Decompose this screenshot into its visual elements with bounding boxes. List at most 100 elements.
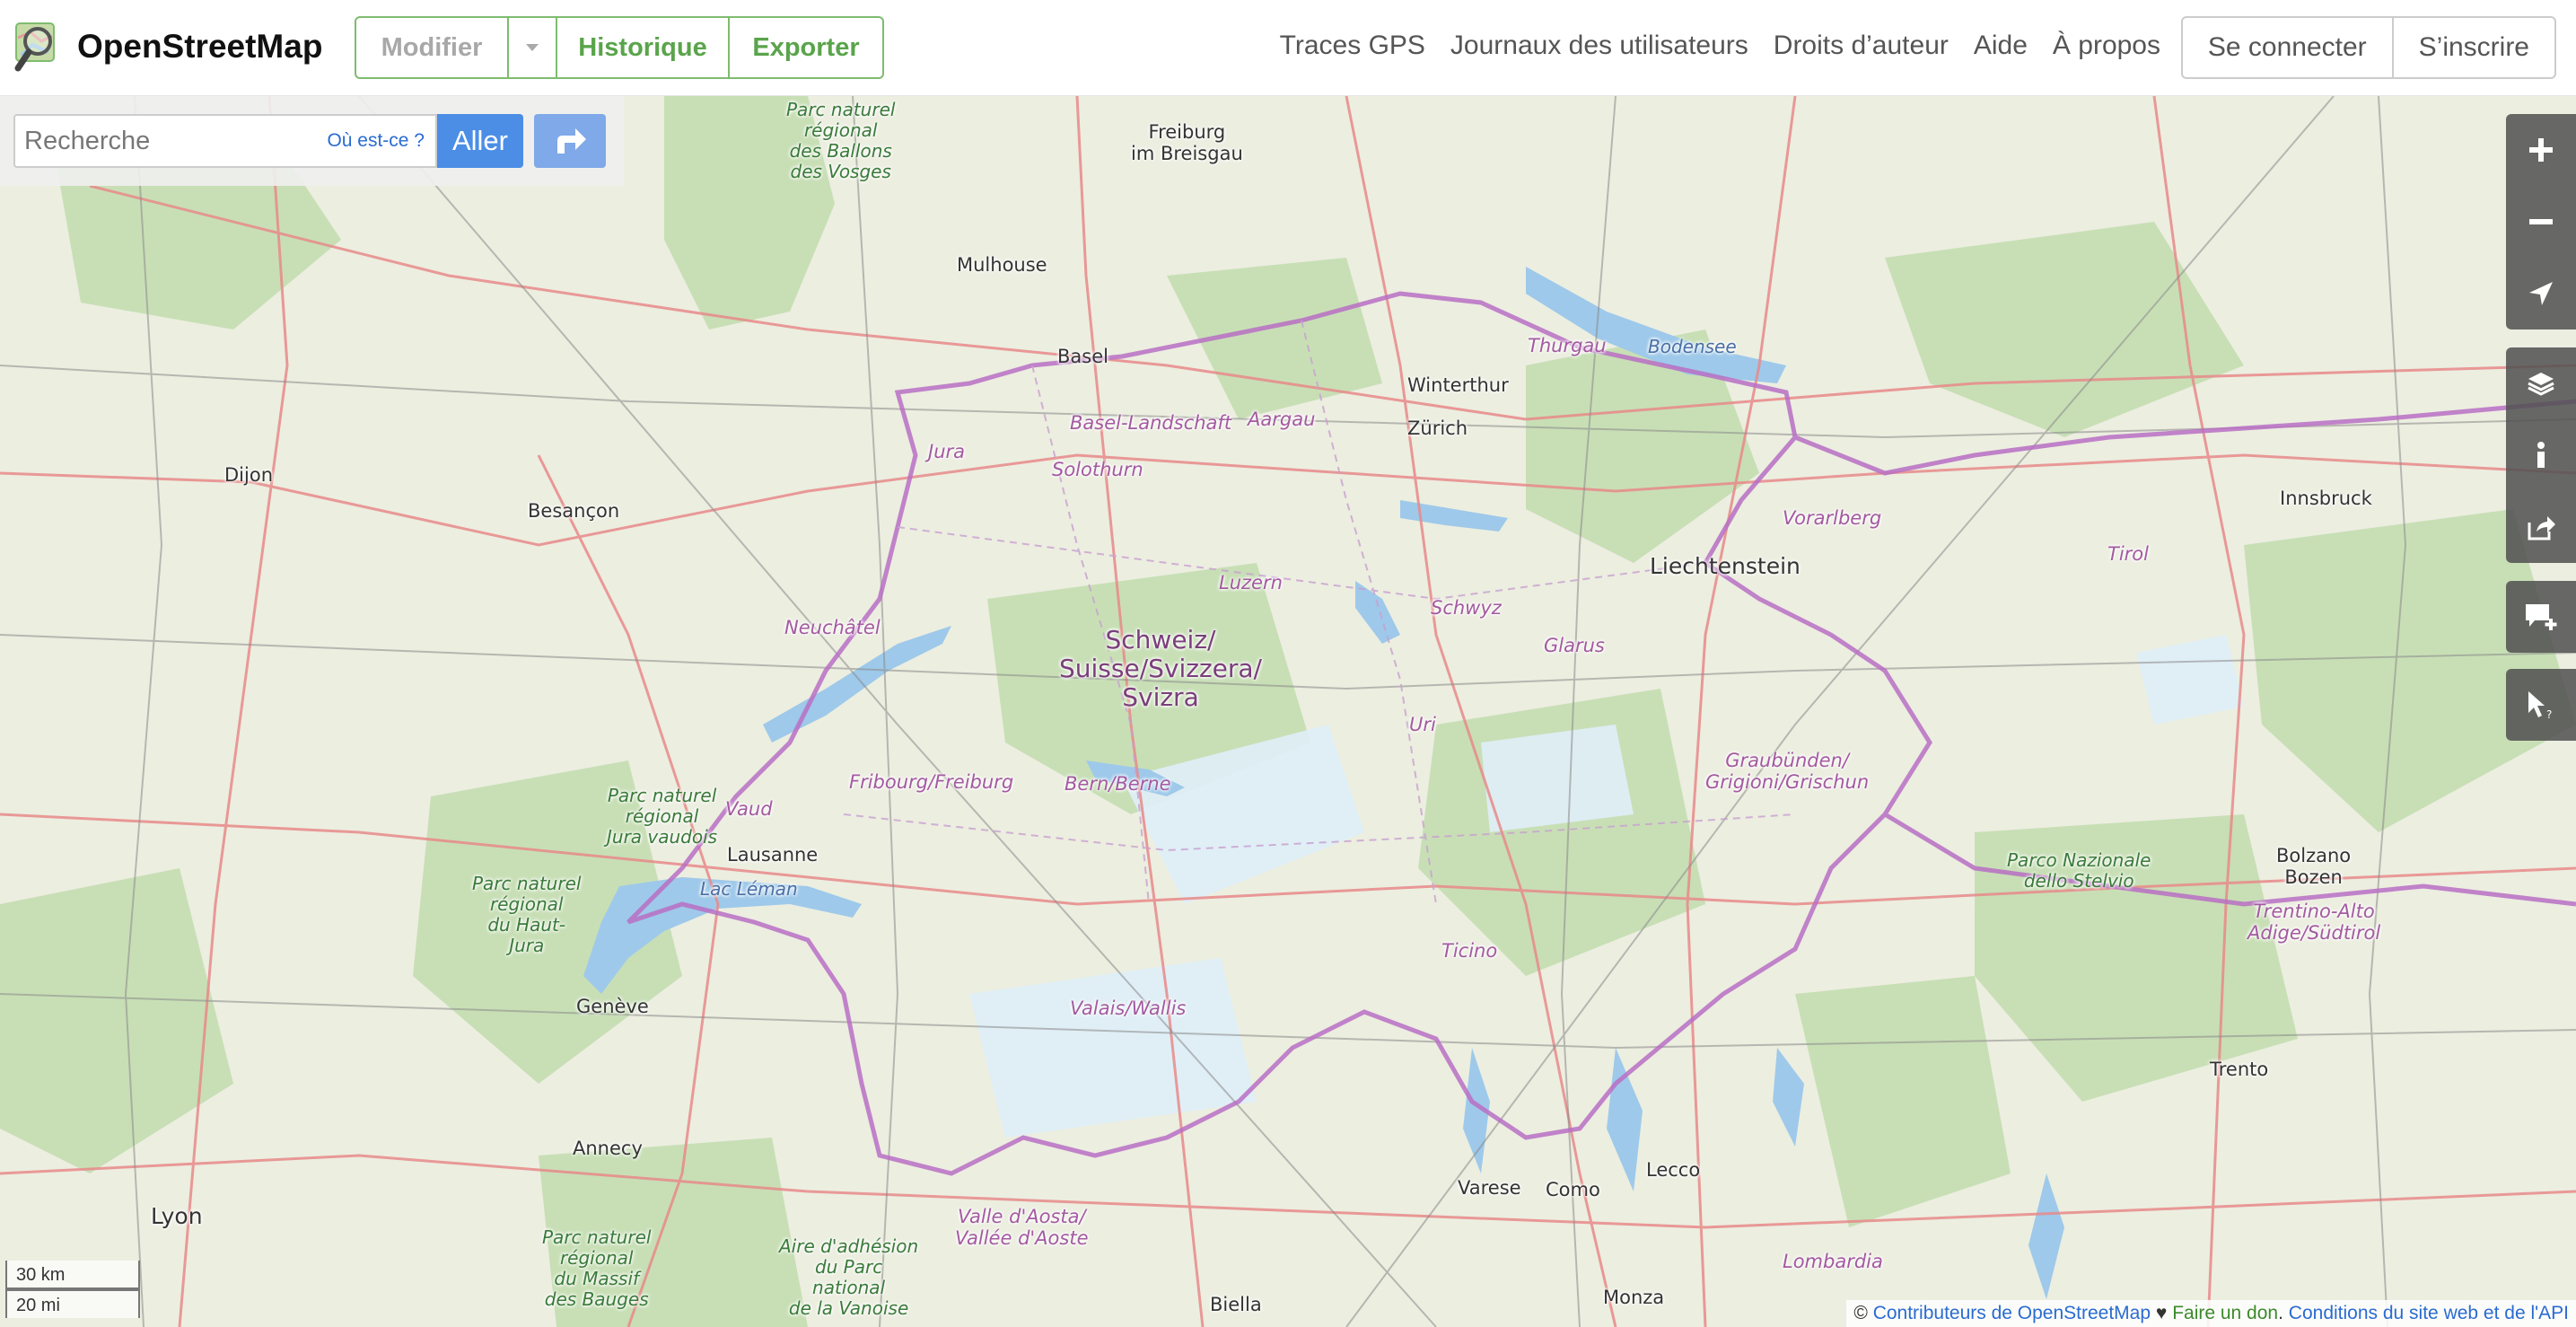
zoom-in-button[interactable] xyxy=(2506,114,2576,186)
search-go-button[interactable]: Aller xyxy=(437,114,523,168)
copyright-symbol: © xyxy=(1853,1303,1868,1323)
city-label-lecco: Lecco xyxy=(1646,1159,1701,1181)
scale-imperial: 20 mi xyxy=(5,1289,140,1318)
layers-button[interactable] xyxy=(2506,347,2576,419)
park-label-ballons-vosges: Parc naturel régional des Ballons des Vosge… xyxy=(786,99,896,182)
city-label-liechtenstein: Liechtenstein xyxy=(1650,553,1801,579)
add-note-button[interactable] xyxy=(2506,581,2576,653)
edit-button-group: Modifier Historique Exporter xyxy=(355,16,884,79)
donate-link[interactable]: Faire un don xyxy=(2172,1303,2278,1323)
city-label-geneve: Genève xyxy=(576,996,649,1017)
region-label-neuchatel: Neuchâtel xyxy=(784,617,881,638)
map-canvas[interactable]: Schweiz/Suisse/Svizzera/Svizra Freiburg i… xyxy=(0,96,2576,1327)
region-label-jura: Jura xyxy=(928,441,966,462)
park-label-bauges: Parc naturel régional du Massif des Bauges xyxy=(542,1226,652,1310)
city-label-basel: Basel xyxy=(1057,346,1108,367)
city-label-dijon: Dijon xyxy=(224,464,273,486)
region-label-valle-aosta: Valle d'Aosta/Vallée d'Aoste xyxy=(955,1206,1089,1250)
login-button[interactable]: Se connecter xyxy=(2183,18,2394,77)
region-label-solothurn: Solothurn xyxy=(1052,459,1143,480)
query-features-button[interactable]: ? xyxy=(2506,669,2576,741)
park-label-stelvio: Parco Nazionale dello Stelvio xyxy=(2007,849,2151,892)
region-label-fribourg: Fribourg/Freiburg xyxy=(849,771,1014,793)
city-label-como: Como xyxy=(1546,1179,1600,1200)
city-label-mulhouse: Mulhouse xyxy=(957,254,1047,276)
city-label-innsbruck: Innsbruck xyxy=(2280,488,2372,509)
info-icon xyxy=(2537,442,2545,468)
add-note-icon xyxy=(2526,604,2557,630)
exporter-button[interactable]: Exporter xyxy=(730,18,882,77)
nav-traces-gps[interactable]: Traces GPS xyxy=(1280,31,1425,61)
layers-icon xyxy=(2528,373,2554,396)
map-key-button[interactable] xyxy=(2506,419,2576,491)
region-label-vaud: Vaud xyxy=(725,798,773,820)
zoom-controls xyxy=(2506,114,2576,330)
caret-down-icon xyxy=(526,44,539,51)
city-label-zurich: Zürich xyxy=(1407,417,1468,439)
note-controls xyxy=(2506,581,2576,653)
share-icon xyxy=(2528,516,2555,540)
nav-a-propos[interactable]: À propos xyxy=(2053,31,2160,61)
query-controls: ? xyxy=(2506,669,2576,741)
osm-logo-icon xyxy=(14,22,55,72)
search-panel: Où est-ce ? Aller xyxy=(0,96,624,186)
where-is-this-link[interactable]: Où est-ce ? xyxy=(327,130,425,152)
nav-aide[interactable]: Aide xyxy=(1974,31,2028,61)
map-scale: 30 km 20 mi xyxy=(5,1261,140,1318)
city-label-freiburg: Freiburg im Breisgau xyxy=(1131,121,1243,165)
nav-droits-auteur[interactable]: Droits d’auteur xyxy=(1774,31,1949,61)
region-label-vorarlberg: Vorarlberg xyxy=(1783,507,1882,529)
share-button[interactable] xyxy=(2506,491,2576,563)
directions-button[interactable] xyxy=(534,114,606,168)
map-tiles xyxy=(0,96,2576,1327)
scale-metric: 30 km xyxy=(5,1261,140,1289)
directions-icon xyxy=(557,128,586,154)
region-label-lombardia: Lombardia xyxy=(1783,1251,1883,1272)
region-label-luzern: Luzern xyxy=(1219,572,1283,593)
region-label-graubunden: Graubünden/Grigioni/Grischun xyxy=(1705,750,1870,794)
locate-button[interactable] xyxy=(2506,258,2576,330)
historique-button[interactable]: Historique xyxy=(557,18,730,77)
park-label-vanoise: Aire d'adhésion du Parc national de la Vano… xyxy=(779,1235,919,1319)
city-label-lausanne: Lausanne xyxy=(727,844,819,866)
edit-dropdown-button[interactable] xyxy=(509,18,557,77)
attribution-separator: . xyxy=(2278,1303,2283,1323)
contributors-link[interactable]: Contributeurs de OpenStreetMap xyxy=(1873,1303,2151,1323)
region-label-aargau: Aargau xyxy=(1248,409,1316,430)
city-label-besancon: Besançon xyxy=(528,500,620,522)
region-label-basel-landschaft: Basel-Landschaft xyxy=(1070,412,1232,434)
zoom-out-button[interactable] xyxy=(2506,186,2576,258)
nav-journaux[interactable]: Journaux des utilisateurs xyxy=(1450,31,1748,61)
region-label-thurgau: Thurgau xyxy=(1528,335,1607,356)
region-label-trentino: Trentino-Alto Adige/Südtirol xyxy=(2247,901,2381,945)
modifier-button[interactable]: Modifier xyxy=(356,18,509,77)
park-label-jura-vaudois: Parc naturel régional Jura vaudois xyxy=(607,785,718,848)
top-header: OpenStreetMap Modifier Historique Export… xyxy=(0,0,2576,96)
minus-icon xyxy=(2529,219,2553,224)
terms-link[interactable]: Conditions du site web et de l'API xyxy=(2289,1303,2569,1323)
brand-name: OpenStreetMap xyxy=(77,28,323,65)
main-nav: Traces GPS Journaux des utilisateurs Dro… xyxy=(1255,31,2160,61)
region-label-bern: Bern/Berne xyxy=(1065,773,1171,795)
search-input[interactable] xyxy=(24,116,329,166)
country-label-switzerland: Schweiz/Suisse/Svizzera/Svizra xyxy=(1059,625,1262,713)
region-label-valais: Valais/Wallis xyxy=(1070,997,1187,1019)
plus-icon xyxy=(2529,138,2553,162)
region-label-uri: Uri xyxy=(1409,714,1436,735)
auth-button-group: Se connecter S’inscrire xyxy=(2180,16,2556,79)
city-label-annecy: Annecy xyxy=(573,1138,643,1159)
city-label-bolzano: Bolzano Bozen xyxy=(2276,845,2352,889)
city-label-winterthur: Winterthur xyxy=(1407,374,1509,396)
park-label-haut-jura: Parc naturel régional du Haut- Jura xyxy=(472,873,582,956)
city-label-varese: Varese xyxy=(1458,1177,1521,1199)
signup-button[interactable]: S’inscrire xyxy=(2394,18,2554,77)
city-label-monza: Monza xyxy=(1603,1287,1665,1308)
brand-link[interactable]: OpenStreetMap xyxy=(13,20,322,74)
city-label-trento: Trento xyxy=(2210,1059,2269,1080)
lake-label-bodensee: Bodensee xyxy=(1648,336,1737,357)
city-label-biella: Biella xyxy=(1210,1294,1262,1315)
city-label-lyon: Lyon xyxy=(151,1203,203,1229)
search-box: Où est-ce ? xyxy=(13,114,437,168)
region-label-tirol: Tirol xyxy=(2107,543,2149,565)
heart-symbol: ♥ xyxy=(2155,1303,2168,1323)
